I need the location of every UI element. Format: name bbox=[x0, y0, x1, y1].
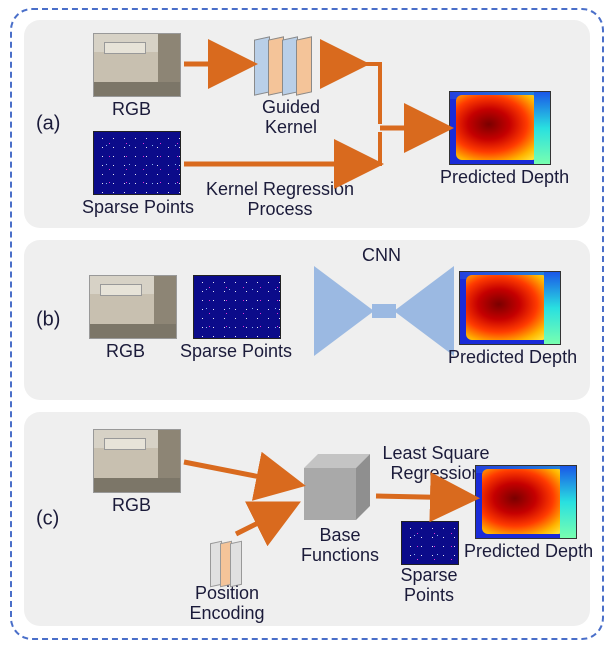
predicted-depth-c bbox=[476, 466, 576, 538]
kernel-regression-label: Kernel RegressionProcess bbox=[200, 180, 360, 220]
position-encoding-label: PositionEncoding bbox=[182, 584, 272, 624]
sparse-points-label-a: Sparse Points bbox=[82, 198, 194, 218]
predicted-depth-b bbox=[460, 272, 560, 344]
rgb-image-a bbox=[94, 34, 180, 96]
sparse-points-c bbox=[402, 522, 458, 564]
sparse-points-a bbox=[94, 132, 180, 194]
sparse-points-b bbox=[194, 276, 280, 338]
base-functions-label: BaseFunctions bbox=[300, 526, 380, 566]
panel-label-b: (b) bbox=[36, 309, 60, 332]
cnn-icon bbox=[314, 266, 454, 356]
base-functions-icon bbox=[304, 454, 372, 522]
rgb-image-b bbox=[90, 276, 176, 338]
guided-kernel-label: GuidedKernel bbox=[256, 98, 326, 138]
cnn-label: CNN bbox=[362, 246, 401, 266]
panel-label-c: (c) bbox=[36, 508, 59, 531]
rgb-image-c bbox=[94, 430, 180, 492]
rgb-label-a: RGB bbox=[112, 100, 151, 120]
guided-kernel-icon bbox=[254, 30, 324, 104]
predicted-depth-label-b: Predicted Depth bbox=[448, 348, 577, 368]
panel-a: (a) RGB GuidedKernel Sparse Points Kerne… bbox=[24, 20, 590, 228]
panel-label-a: (a) bbox=[36, 113, 60, 136]
predicted-depth-label-a: Predicted Depth bbox=[440, 168, 569, 188]
predicted-depth-a bbox=[450, 92, 550, 164]
sparse-points-label-c: SparsePoints bbox=[394, 566, 464, 606]
panel-b: (b) RGB Sparse Points CNN Predicted Dept… bbox=[24, 240, 590, 400]
panel-c: (c) RGB PositionEncoding BaseFunctions L… bbox=[24, 412, 590, 626]
rgb-label-c: RGB bbox=[112, 496, 151, 516]
sparse-points-label-b: Sparse Points bbox=[180, 342, 292, 362]
rgb-label-b: RGB bbox=[106, 342, 145, 362]
predicted-depth-label-c: Predicted Depth bbox=[464, 542, 593, 562]
